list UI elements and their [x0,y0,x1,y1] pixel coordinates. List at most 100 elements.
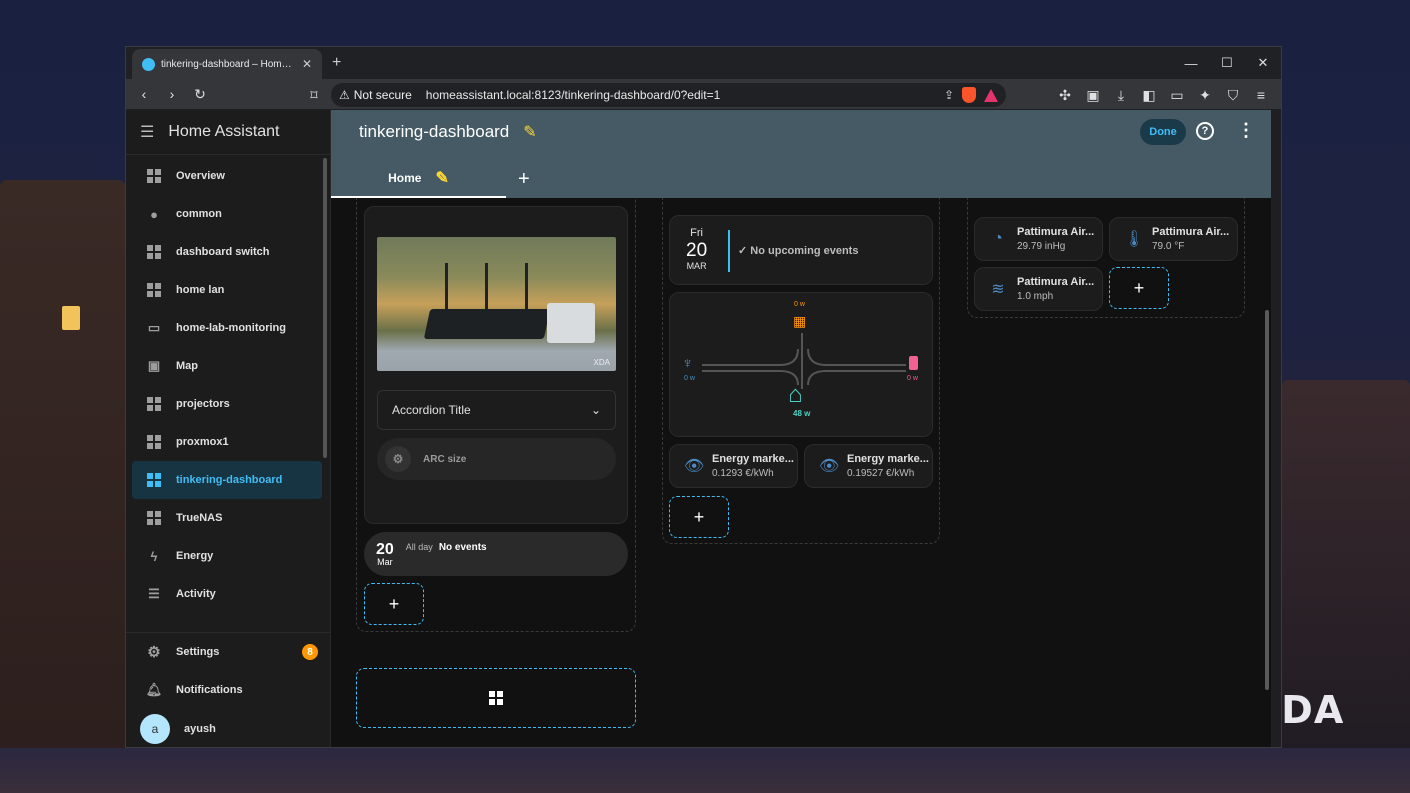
sidebar-toggle-icon[interactable]: ◧ [1137,83,1161,107]
help-icon[interactable]: ? [1196,122,1214,140]
close-window-icon[interactable]: ✕ [1245,47,1281,79]
chevron-down-icon: ⌄ [590,403,601,417]
sidebar-item-home-lan[interactable]: home lan [132,271,322,309]
flow-battery-left [807,348,906,366]
sidebar-item-activity[interactable]: ☰ Activity [132,575,322,613]
main-scrollbar[interactable] [1265,310,1269,690]
sidebar-scrollbar[interactable] [323,158,327,458]
grid-icon [146,396,162,412]
gauge-icon: ◔ [993,230,1003,247]
media-card[interactable]: XDA Accordion Title ⌄ ⚙ ARC size [364,206,628,524]
sidebar-item-label: tinkering-dashboard [176,474,283,486]
add-section-button[interactable] [356,668,636,728]
share-icon[interactable]: ⇪ [944,88,954,102]
energy-market-card-1[interactable]: 👁︎ Energy marke... 0.1293 €/kWh [669,444,798,488]
grid-icon [146,168,162,184]
calendar-card[interactable]: Fri 20 MAR ✓ No upcoming events [669,215,933,285]
brave-rewards-icon[interactable] [984,88,998,102]
settings-badge: 8 [302,644,318,660]
menu-toggle-icon[interactable]: ☰ [140,122,154,142]
tab-home[interactable]: Home ✎ [331,160,506,198]
add-card-button-1[interactable]: + [364,583,424,625]
done-button[interactable]: Done [1140,119,1186,145]
minimize-icon[interactable]: — [1173,47,1209,79]
sidebar-item-notifications[interactable]: 🔔︎ Notifications [132,671,322,709]
vpn-icon[interactable]: ⛉ [1221,83,1245,107]
sidebar-item-label: dashboard switch [176,246,270,258]
pressure-card[interactable]: ◔ Pattimura Air... 29.79 inHg [974,217,1103,261]
tab-title: tinkering-dashboard – Home Assistant [161,58,296,70]
extensions-icon[interactable]: ✣ [1053,83,1077,107]
month-label: MAR [686,261,707,271]
antenna-1 [445,263,448,311]
solar-panel-icon: ▦ [793,313,807,329]
person-icon: ● [150,206,158,222]
mini-pc [547,303,595,343]
upcoming-event: ✓ No upcoming events [738,244,858,257]
edit-view-pencil-icon[interactable]: ✎ [435,168,448,188]
reload-icon[interactable]: ↻ [188,82,212,106]
forward-icon[interactable]: › [160,82,184,106]
sidebar-item-map[interactable]: ▣ Map [132,347,322,385]
back-icon[interactable]: ‹ [132,82,156,106]
photo-watermark: XDA [593,358,610,367]
sidebar-item-proxmox1[interactable]: proxmox1 [132,423,322,461]
sidebar-item-settings[interactable]: ⚙ Settings 8 [132,633,322,671]
close-tab-icon[interactable]: ✕ [302,57,312,71]
add-card-button-3[interactable]: + [1109,267,1169,309]
screenshot-icon[interactable]: ▣ [1081,83,1105,107]
energy-market-text-1: Energy marke... 0.1293 €/kWh [712,453,794,479]
add-card-button-2[interactable]: + [669,496,729,538]
energy-market-text-2: Energy marke... 0.19527 €/kWh [847,453,929,479]
wind-card[interactable]: ≋ Pattimura Air... 1.0 mph [974,267,1103,311]
battery-value: 0 w [907,375,918,382]
energy-distribution-card[interactable]: ▦ 0 w ♆ 0 w 0 w ⌂ 48 w [669,292,933,437]
sidebar-item-home-lab-monitoring[interactable]: ▭ home-lab-monitoring [132,309,322,347]
accordion-header[interactable]: Accordion Title ⌄ [377,390,616,430]
home-assistant-app: ☰ Home Assistant Overview ● common dashboar… [126,110,1271,747]
sidebar-item-overview[interactable]: Overview [132,157,322,195]
leo-ai-icon[interactable]: ✦ [1193,83,1217,107]
router-photo: XDA [377,237,616,371]
sidebar-item-label: home-lab-monitoring [176,322,286,334]
sidebar-item-dashboard-switch[interactable]: dashboard switch [132,233,322,271]
bookmark-icon[interactable]: ⌑ [302,83,326,107]
address-bar[interactable]: ⚠ Not secure homeassistant.local:8123/tin… [331,83,1006,107]
toolbar-right: ✣ ▣ ⤓ ◧ ▭ ✦ ⛉ ≡ [1053,83,1273,107]
sidebar-item-common[interactable]: ● common [132,195,322,233]
energy-market-card-2[interactable]: 👁︎ Energy marke... 0.19527 €/kWh [804,444,933,488]
temperature-card[interactable]: 🌡︎ Pattimura Air... 79.0 °F [1109,217,1238,261]
sidebar-item-tinkering-dashboard[interactable]: tinkering-dashboard [132,461,322,499]
sidebar-item-label: Map [176,360,198,372]
sidebar-item-projectors[interactable]: projectors [132,385,322,423]
more-options-icon[interactable]: ⋮ [1237,120,1255,141]
dashboard-title-group: tinkering-dashboard ✎ [359,122,537,142]
sidebar-item-profile[interactable]: a ayush [132,709,322,747]
edit-title-pencil-icon[interactable]: ✎ [523,122,536,142]
wallet-icon[interactable]: ▭ [1165,83,1189,107]
sensor-value: 29.79 inHg [1017,241,1066,252]
bg-ground [0,748,1410,793]
add-section-grid-icon [489,691,503,705]
avatar: a [140,714,170,744]
warning-icon: ⚠ [339,88,350,102]
grid-icon [146,244,162,260]
url-text[interactable]: homeassistant.local:8123/tinkering-dashb… [426,88,936,102]
add-view-button[interactable]: + [518,168,530,191]
sidebar: ☰ Home Assistant Overview ● common dashboar… [126,110,331,747]
calendar-chip[interactable]: 20 Mar All day No events [364,532,628,576]
menu-icon[interactable]: ≡ [1249,83,1273,107]
browser-tab[interactable]: tinkering-dashboard – Home Assistant ✕ [132,49,322,79]
arc-size-tile[interactable]: ⚙ ARC size [377,438,616,480]
security-warning[interactable]: ⚠ Not secure [339,88,412,102]
brave-shield-icon[interactable] [962,87,976,103]
bell-icon: 🔔︎ [145,682,163,697]
maximize-icon[interactable]: ☐ [1209,47,1245,79]
flow-grid-right [702,370,799,386]
home-icon: ⌂ [788,381,803,408]
weekday-label: Fri [690,227,703,239]
sidebar-item-truenas[interactable]: TrueNAS [132,499,322,537]
new-tab-button[interactable]: + [332,54,341,72]
sidebar-item-energy[interactable]: ϟ Energy [132,537,322,575]
download-icon[interactable]: ⤓ [1109,83,1133,107]
